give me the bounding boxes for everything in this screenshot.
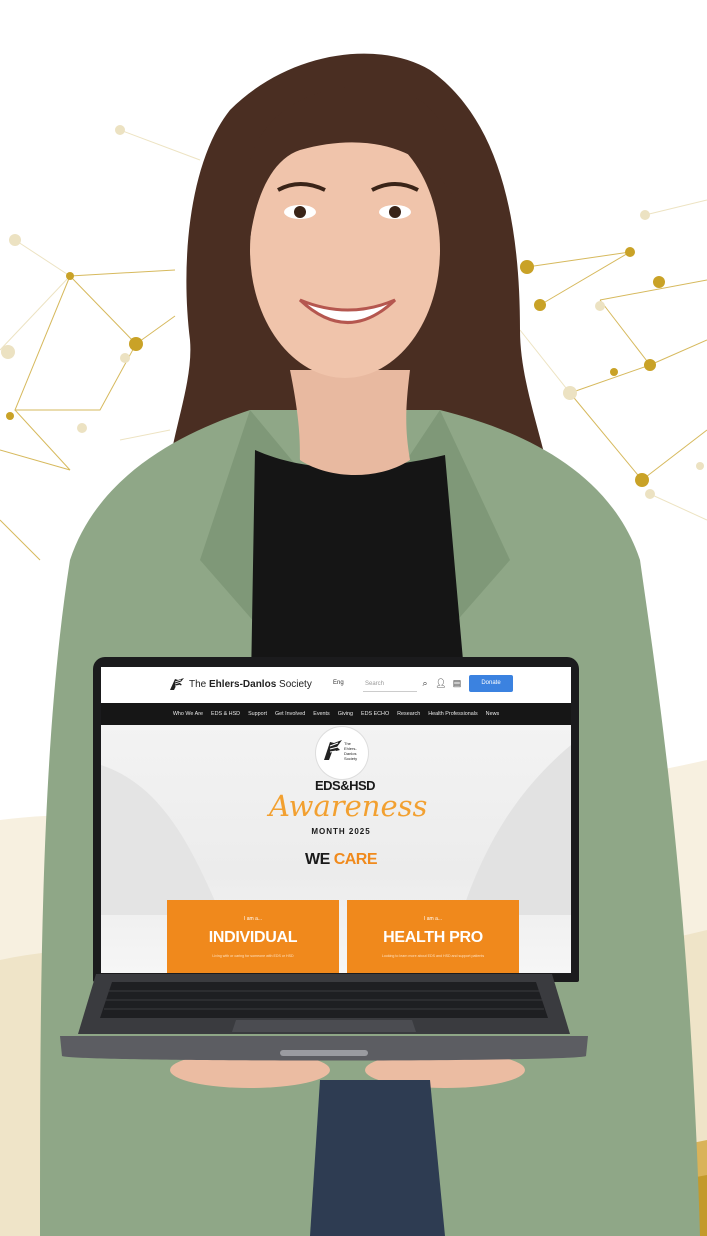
site-header: The Ehlers-Danlos Society Eng Search ⌕ 👤…	[101, 667, 571, 704]
individual-card[interactable]: I am a... INDIVIDUAL Living with or cari…	[167, 900, 339, 973]
nav-item-events[interactable]: Events	[313, 711, 329, 717]
zebra-badge-icon	[324, 740, 342, 760]
language-selector[interactable]: Eng	[333, 680, 344, 686]
society-badge: The Ehlers- Danlos Society	[316, 727, 368, 779]
laptop-keyboard-base	[60, 974, 588, 1061]
main-nav: Who We Are EDS & HSD Support Get Involve…	[101, 703, 571, 725]
website-screenshot: The Ehlers-Danlos Society Eng Search ⌕ 👤…	[101, 667, 571, 973]
awareness-month-label: MONTH 2025	[311, 827, 371, 836]
laptop-screen-frame: The Ehlers-Danlos Society Eng Search ⌕ 👤…	[93, 657, 579, 982]
user-icon[interactable]: 👤︎	[435, 677, 447, 689]
nav-item-support[interactable]: Support	[248, 711, 267, 717]
page: The Ehlers-Danlos Society Eng Search ⌕ 👤…	[0, 0, 707, 1236]
nav-item-eds-hsd[interactable]: EDS & HSD	[211, 711, 240, 717]
nav-item-get-involved[interactable]: Get Involved	[275, 711, 305, 717]
site-logo[interactable]: The Ehlers-Danlos Society	[169, 677, 312, 691]
site-logo-text: The Ehlers-Danlos Society	[189, 678, 312, 690]
awareness-script-title: Awareness	[269, 789, 428, 823]
nav-item-news[interactable]: News	[486, 711, 499, 717]
search-icon[interactable]: ⌕	[419, 677, 431, 689]
health-pro-card[interactable]: I am a... HEALTH PRO Looking to learn mo…	[347, 900, 519, 973]
cart-icon[interactable]: ▤	[451, 677, 463, 689]
nav-item-who-we-are[interactable]: Who We Are	[173, 711, 203, 717]
nav-item-eds-echo[interactable]: EDS ECHO	[361, 711, 389, 717]
donate-button[interactable]: Donate	[469, 675, 513, 692]
search-input[interactable]: Search	[363, 677, 417, 692]
badge-text: The Ehlers- Danlos Society	[344, 741, 358, 761]
zebra-logo-icon	[170, 678, 184, 690]
we-care-heading: WE CARE	[304, 851, 378, 868]
nav-item-health-professionals[interactable]: Health Professionals	[428, 711, 477, 717]
nav-item-giving[interactable]: Giving	[338, 711, 353, 717]
nav-item-research[interactable]: Research	[397, 711, 420, 717]
